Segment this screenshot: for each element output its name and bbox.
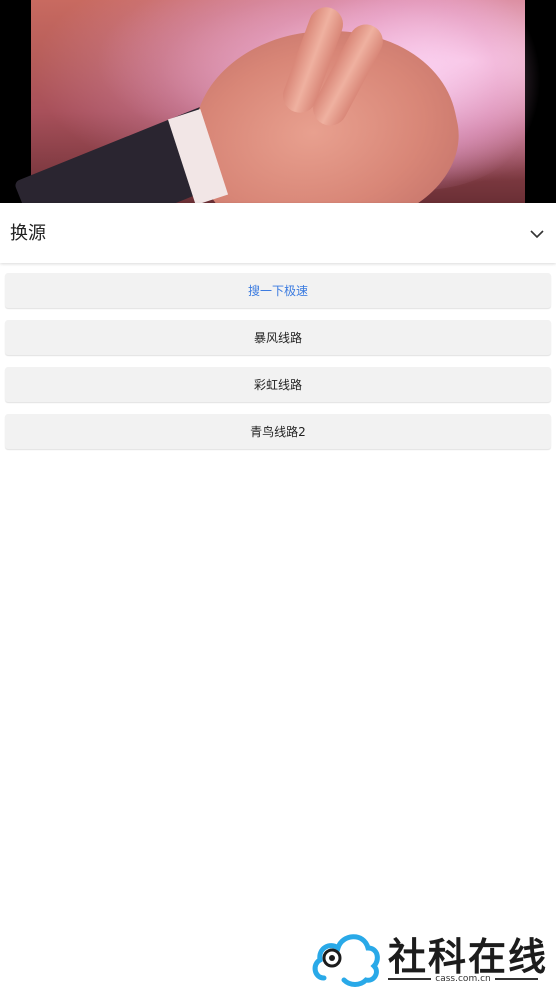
cloud-eye-icon bbox=[312, 934, 380, 987]
source-switch-header[interactable]: 换源 bbox=[0, 203, 556, 263]
video-frame bbox=[13, 0, 551, 203]
source-button-2[interactable]: 彩虹线路 bbox=[5, 367, 551, 402]
chevron-down-icon[interactable] bbox=[528, 225, 546, 243]
source-label: 青鸟线路2 bbox=[250, 425, 306, 439]
source-button-0[interactable]: 搜一下极速 bbox=[5, 273, 551, 308]
source-button-3[interactable]: 青鸟线路2 bbox=[5, 414, 551, 449]
page-title: 换源 bbox=[10, 223, 46, 244]
source-button-1[interactable]: 暴风线路 bbox=[5, 320, 551, 355]
watermark-logo: 社科在线 cass.com.cn bbox=[310, 926, 549, 990]
source-label: 暴风线路 bbox=[253, 331, 302, 345]
video-player[interactable] bbox=[0, 0, 556, 203]
watermark-url: cass.com.cn bbox=[435, 974, 491, 984]
watermark-text: 社科在线 bbox=[388, 934, 549, 979]
source-label: 彩虹线路 bbox=[253, 378, 302, 392]
source-list: 搜一下极速 暴风线路 彩虹线路 青鸟线路2 bbox=[5, 273, 551, 461]
watermark-url-row: cass.com.cn bbox=[388, 974, 538, 984]
source-label: 搜一下极速 bbox=[247, 284, 308, 298]
